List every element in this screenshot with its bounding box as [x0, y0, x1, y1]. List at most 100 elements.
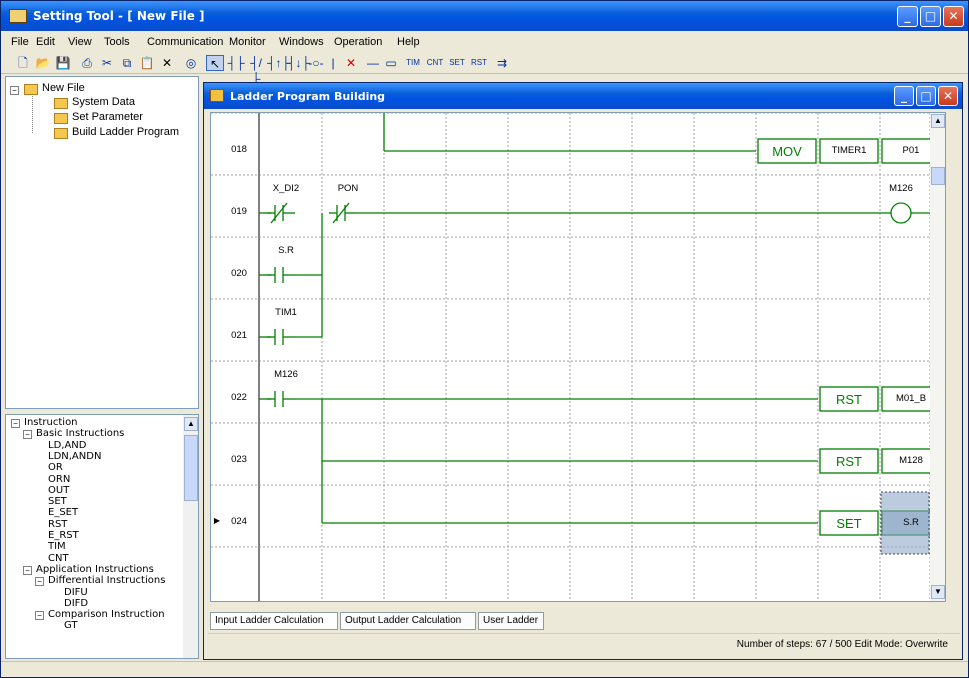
tree-root-new-file[interactable]: New File	[42, 82, 85, 94]
vertical-line-icon[interactable]: |	[327, 55, 339, 71]
falling-contact-icon[interactable]: ┤↓├	[287, 55, 310, 71]
coil-icon[interactable]: -○-	[307, 55, 325, 71]
print-icon[interactable]: ⎙	[79, 55, 95, 71]
instruction-item[interactable]: OUT	[48, 485, 69, 496]
instruction-item[interactable]: GT	[64, 620, 78, 631]
tab-output-ladder-calculation[interactable]: Output Ladder Calculation	[340, 612, 476, 630]
set-icon[interactable]: SET	[447, 55, 467, 71]
tree-collapse-icon[interactable]: −	[11, 419, 20, 428]
tree-line	[32, 96, 33, 133]
new-file-icon[interactable]: 🗋	[15, 55, 31, 71]
tree-collapse-icon[interactable]: −	[23, 565, 32, 575]
save-icon[interactable]: 💾	[55, 55, 71, 71]
ladder-window-icon	[210, 89, 224, 102]
menu-file[interactable]: File	[11, 36, 29, 48]
pointer-tool-icon[interactable]: ↖	[206, 55, 224, 71]
ladder-title-bar[interactable]: Ladder Program Building _ □ ✕	[204, 83, 962, 109]
rising-contact-icon[interactable]: ┤↑├	[267, 55, 290, 71]
menu-view[interactable]: View	[68, 36, 92, 48]
main-status-bar	[1, 661, 968, 677]
minimize-button[interactable]: _	[897, 6, 918, 27]
instruction-item[interactable]: CNT	[48, 553, 69, 564]
ladder-status-text: Number of steps: 67 / 500 Edit Mode: Ove…	[736, 639, 948, 650]
maximize-button[interactable]: □	[920, 6, 941, 27]
instruction-item[interactable]: E_RST	[48, 530, 79, 541]
menu-edit[interactable]: Edit	[36, 36, 55, 48]
ladder-grid[interactable]: 018 019 020 021 022 023 024 ▶ X_DI2 PON M126 S.R TIM…	[210, 112, 946, 602]
tree-collapse-icon[interactable]: −	[35, 611, 44, 621]
rung-number: 020	[231, 268, 247, 279]
ladder-scrollbar[interactable]: ▲ ▼	[930, 113, 945, 601]
tree-item-build-ladder-program[interactable]: Build Ladder Program	[72, 126, 179, 138]
instruction-item[interactable]: RST	[48, 519, 67, 530]
menu-tools[interactable]: Tools	[104, 36, 130, 48]
instruction-item[interactable]: SET	[48, 496, 67, 507]
tree-item-system-data[interactable]: System Data	[72, 96, 135, 108]
instruction-item[interactable]: ORN	[48, 474, 70, 485]
menu-help[interactable]: Help	[397, 36, 420, 48]
ladder-window-title: Ladder Program Building	[230, 90, 386, 103]
cnt-icon[interactable]: CNT	[425, 55, 445, 71]
tree-item-set-parameter[interactable]: Set Parameter	[72, 111, 143, 123]
ladder-maximize-button[interactable]: □	[916, 86, 936, 106]
instruction-op: RST	[836, 454, 862, 469]
tab-input-ladder-calculation[interactable]: Input Ladder Calculation	[210, 612, 338, 630]
current-row-marker: ▶	[213, 516, 221, 525]
app-icon	[9, 9, 27, 23]
instruction-op: RST	[836, 392, 862, 407]
ladder-minimize-button[interactable]: _	[894, 86, 914, 106]
ladder-window: Ladder Program Building _ □ ✕ 018 019 020 0…	[203, 82, 963, 660]
project-tree: − New File System Data Set Parameter Bui…	[5, 76, 199, 409]
function-box-icon[interactable]: ▭	[383, 55, 399, 71]
menu-windows[interactable]: Windows	[279, 36, 324, 48]
folder-icon	[24, 84, 38, 95]
rung-number: 019	[231, 206, 247, 217]
rst-icon[interactable]: RST	[469, 55, 489, 71]
tree-collapse-icon[interactable]: −	[23, 430, 32, 440]
ladder-close-button[interactable]: ✕	[938, 86, 958, 106]
tree-collapse-icon[interactable]: −	[10, 86, 19, 95]
instruction-item[interactable]: LDN,ANDN	[48, 451, 101, 462]
tim-icon[interactable]: TIM	[403, 55, 423, 71]
instruction-item[interactable]: OR	[48, 462, 63, 473]
tab-user-ladder[interactable]: User Ladder	[478, 612, 544, 630]
instruction-item[interactable]: LD,AND	[48, 440, 86, 451]
delete-icon[interactable]: ✕	[159, 55, 175, 71]
menu-monitor[interactable]: Monitor	[229, 36, 266, 48]
title-bar[interactable]: Setting Tool - [ New File ] _ □ ✕	[1, 1, 968, 31]
no-contact-icon[interactable]: ┤├	[227, 55, 245, 71]
paste-icon[interactable]: 📋	[139, 55, 155, 71]
open-folder-icon[interactable]: 📂	[35, 55, 51, 71]
help-globe-icon[interactable]: ◎	[183, 55, 199, 71]
horizontal-line-icon[interactable]: —	[365, 55, 381, 71]
contact-label: PON	[337, 183, 359, 194]
instruction-item[interactable]: Comparison Instruction	[48, 609, 165, 620]
instruction-op: MOV	[772, 144, 802, 159]
contact-label: S.R	[278, 245, 294, 256]
instruction-item[interactable]: TIM	[48, 541, 66, 552]
cut-icon[interactable]: ✂	[99, 55, 115, 71]
instruction-item[interactable]: Differential Instructions	[48, 575, 165, 586]
instruction-item[interactable]: E_SET	[48, 507, 78, 518]
delete-line-icon[interactable]: ✕	[344, 55, 358, 71]
folder-icon	[54, 128, 68, 139]
instruction-item[interactable]: Instruction	[24, 417, 78, 428]
output-coil	[890, 202, 912, 224]
compile-icon[interactable]: ⇉	[493, 55, 511, 71]
folder-icon	[54, 98, 68, 109]
rung-number: 021	[231, 330, 247, 341]
rung-number: 022	[231, 392, 247, 403]
menu-operation[interactable]: Operation	[334, 36, 382, 48]
window-title: Setting Tool - [ New File ]	[33, 9, 205, 23]
menu-bar: File Edit View Tools Communication Monit…	[1, 32, 968, 52]
instruction-item[interactable]: DIFD	[64, 598, 88, 609]
instruction-item[interactable]: DIFU	[64, 587, 88, 598]
nc-contact-icon[interactable]: ┤/├	[247, 55, 265, 86]
instruction-scrollbar[interactable]: ▲	[183, 415, 198, 658]
close-button[interactable]: ✕	[943, 6, 964, 27]
menu-communication[interactable]: Communication	[147, 36, 223, 48]
instruction-item[interactable]: Application Instructions	[36, 564, 154, 575]
copy-icon[interactable]: ⧉	[119, 55, 135, 71]
tree-collapse-icon[interactable]: −	[35, 577, 44, 587]
instruction-item[interactable]: Basic Instructions	[36, 428, 124, 439]
